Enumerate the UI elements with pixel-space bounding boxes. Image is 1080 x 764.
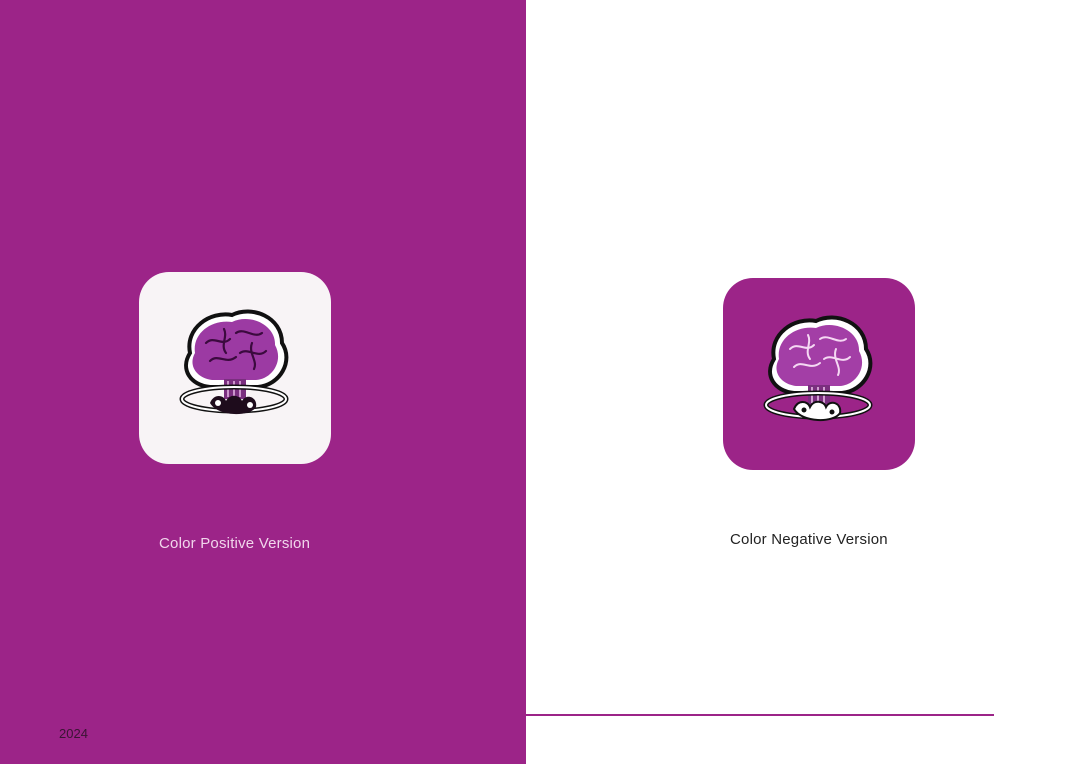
caption-positive: Color Positive Version — [159, 535, 311, 552]
app-icon-negative — [723, 278, 915, 470]
year-label: 2024 — [59, 726, 88, 741]
exploding-brain-icon — [763, 315, 873, 421]
brand-sheet: Color Positive Version Color Negative Ve… — [0, 0, 1080, 764]
app-icon-positive — [139, 272, 331, 464]
caption-negative: Color Negative Version — [730, 531, 888, 548]
exploding-brain-icon — [179, 309, 289, 415]
divider-rule — [526, 714, 994, 716]
